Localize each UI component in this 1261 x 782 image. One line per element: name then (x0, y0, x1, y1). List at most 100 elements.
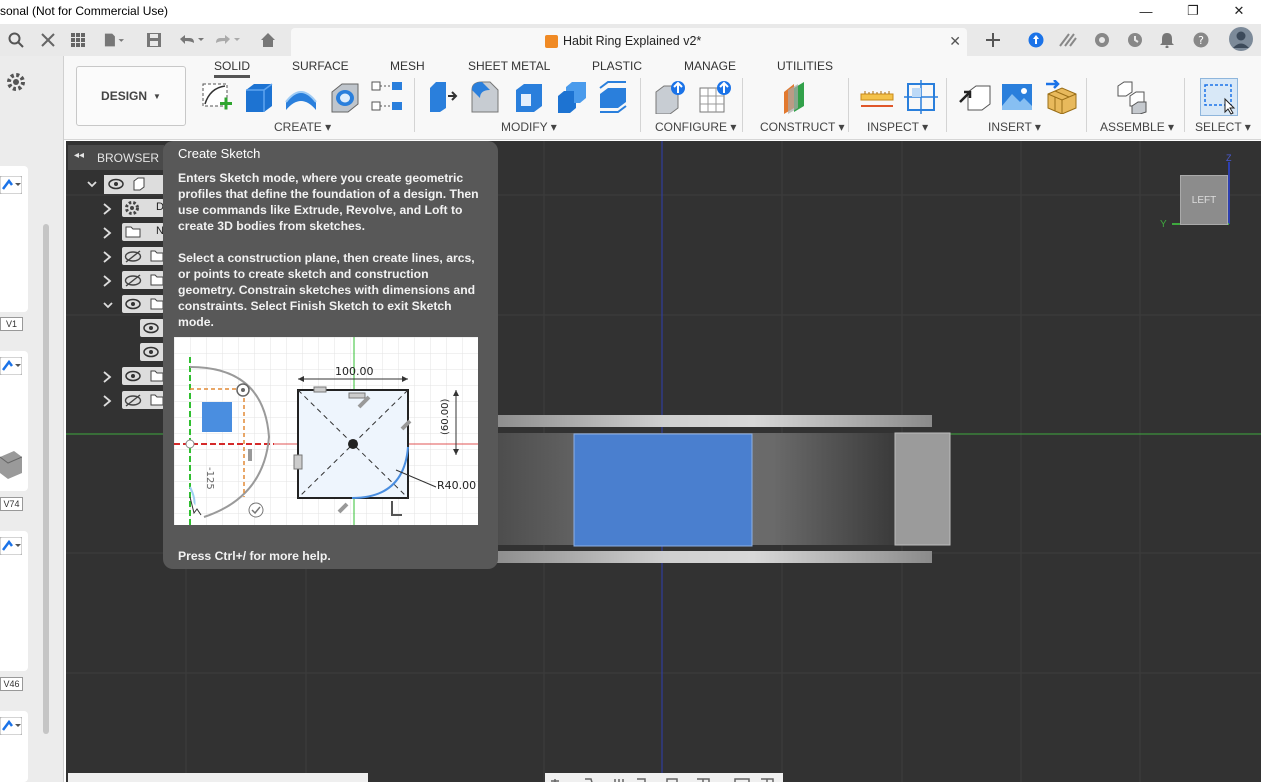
data-panel-card[interactable] (0, 531, 28, 671)
browser-row-document-settings[interactable]: D (100, 199, 164, 219)
browser-row-origin[interactable] (100, 247, 164, 267)
data-panel-card[interactable] (0, 166, 28, 312)
version-badge[interactable]: V46 (0, 677, 23, 691)
eye-icon[interactable] (143, 346, 159, 358)
tab-surface[interactable]: SURFACE (292, 59, 349, 73)
navigation-bar[interactable] (545, 773, 783, 782)
assemble-group-label[interactable]: ASSEMBLE ▾ (1100, 120, 1174, 134)
chevron-down-icon[interactable] (86, 178, 98, 190)
eye-icon[interactable] (125, 370, 141, 382)
pattern-icon[interactable] (370, 80, 404, 114)
extension-icon[interactable] (1026, 30, 1046, 50)
user-avatar-icon[interactable] (1229, 27, 1253, 51)
browser-row-bodies[interactable] (100, 295, 164, 315)
file-menu-icon[interactable] (104, 30, 124, 50)
gear-icon[interactable] (6, 72, 26, 97)
browser-root-row[interactable] (84, 175, 164, 195)
new-tab-plus-icon[interactable] (983, 30, 1003, 50)
insert-canvas-image-icon[interactable] (1000, 80, 1034, 114)
workspace-switcher-button[interactable]: DESIGN ▼ (76, 66, 186, 126)
fillet-icon[interactable] (468, 80, 502, 114)
browser-collapse-button[interactable]: ◂◂ (74, 150, 84, 161)
chevron-down-icon[interactable] (102, 299, 114, 311)
eye-hidden-icon[interactable] (124, 274, 142, 287)
configure-table-icon[interactable] (654, 80, 688, 115)
version-badge[interactable]: V1 (0, 317, 23, 331)
close-icon[interactable] (38, 30, 58, 50)
eye-icon[interactable] (108, 178, 124, 190)
section-analysis-icon[interactable] (904, 80, 938, 114)
configure-group-label[interactable]: CONFIGURE ▾ (655, 120, 736, 134)
tab-plastic[interactable]: PLASTIC (592, 59, 642, 73)
chevron-right-icon[interactable] (102, 203, 112, 215)
version-badge[interactable]: V74 (0, 497, 23, 511)
configure-rules-icon[interactable] (698, 80, 732, 114)
save-icon[interactable] (144, 30, 164, 50)
insert-mesh-icon[interactable] (1044, 79, 1078, 115)
data-panel-scrollbar[interactable] (43, 224, 49, 734)
data-panel-card[interactable] (0, 351, 28, 491)
clock-icon[interactable] (1125, 30, 1145, 50)
chevron-right-icon[interactable] (102, 371, 112, 383)
select-box-icon[interactable] (1200, 78, 1238, 116)
notifications-bell-icon[interactable] (1157, 30, 1177, 50)
help-icon[interactable]: ? (1191, 30, 1211, 50)
eye-icon[interactable] (125, 298, 141, 310)
search-icon[interactable] (6, 30, 26, 50)
insert-group-label[interactable]: INSERT ▾ (988, 120, 1041, 134)
insert-derive-icon[interactable] (958, 80, 992, 114)
scale-icon[interactable] (596, 80, 630, 114)
undo-icon[interactable] (178, 30, 206, 50)
browser-row-construction[interactable] (100, 391, 164, 411)
chevron-right-icon[interactable] (102, 395, 112, 407)
eye-hidden-icon[interactable] (124, 394, 142, 407)
combine-icon[interactable] (554, 80, 588, 114)
create-group-label[interactable]: CREATE ▾ (274, 120, 331, 134)
chevron-right-icon[interactable] (102, 227, 112, 239)
tab-mesh[interactable]: MESH (390, 59, 425, 73)
modify-group-label[interactable]: MODIFY ▾ (501, 120, 557, 134)
new-component-icon[interactable] (1116, 80, 1150, 115)
job-status-icon[interactable] (1058, 30, 1078, 50)
data-panel-card[interactable] (0, 711, 28, 782)
redo-icon[interactable] (214, 30, 242, 50)
browser-row-body-1[interactable] (140, 319, 164, 339)
home-icon[interactable] (258, 30, 278, 50)
tab-solid[interactable]: SOLID (214, 59, 251, 78)
extension-arrow-icon (0, 716, 23, 740)
browser-row-body-2[interactable] (140, 343, 164, 363)
comments-bar[interactable] (68, 773, 368, 782)
eye-hidden-icon[interactable] (124, 250, 142, 263)
document-tab[interactable]: Habit Ring Explained v2* ✕ (291, 28, 967, 56)
document-tab-close-button[interactable]: ✕ (949, 33, 961, 50)
tab-manage[interactable]: MANAGE (684, 59, 736, 73)
hole-icon[interactable] (328, 80, 362, 114)
folder-icon (150, 298, 164, 310)
sketch-illustration: -125 100.00 (60.00) R40.00 (174, 337, 478, 525)
browser-row-sketches[interactable] (100, 367, 164, 387)
select-group-label[interactable]: SELECT ▾ (1195, 120, 1251, 134)
eye-icon[interactable] (143, 322, 159, 334)
maximize-button[interactable]: ❐ (1170, 0, 1216, 22)
press-pull-icon[interactable] (426, 80, 460, 114)
measure-icon[interactable] (860, 80, 894, 114)
construct-group-label[interactable]: CONSTRUCT ▾ (760, 120, 844, 134)
revolve-icon[interactable] (284, 80, 318, 114)
inspect-group-label[interactable]: INSPECT ▾ (867, 120, 928, 134)
minimize-button[interactable]: — (1123, 0, 1169, 22)
chevron-right-icon[interactable] (102, 275, 112, 287)
viewcube[interactable]: LEFT (1180, 175, 1228, 225)
tab-sheet-metal[interactable]: SHEET METAL (468, 59, 550, 73)
browser-row-named-views[interactable]: N (100, 223, 164, 243)
network-icon[interactable] (1092, 30, 1112, 50)
offset-plane-icon[interactable] (780, 80, 814, 114)
create-sketch-icon[interactable] (200, 80, 234, 114)
data-panel-grid-icon[interactable] (68, 30, 88, 50)
browser-row-analysis[interactable] (100, 271, 164, 291)
window-close-button[interactable]: ✕ (1216, 0, 1261, 22)
shell-icon[interactable] (512, 80, 546, 114)
tab-utilities[interactable]: UTILITIES (777, 59, 833, 73)
ribbon-divider (1184, 78, 1185, 132)
extrude-icon[interactable] (242, 80, 276, 114)
chevron-right-icon[interactable] (102, 251, 112, 263)
